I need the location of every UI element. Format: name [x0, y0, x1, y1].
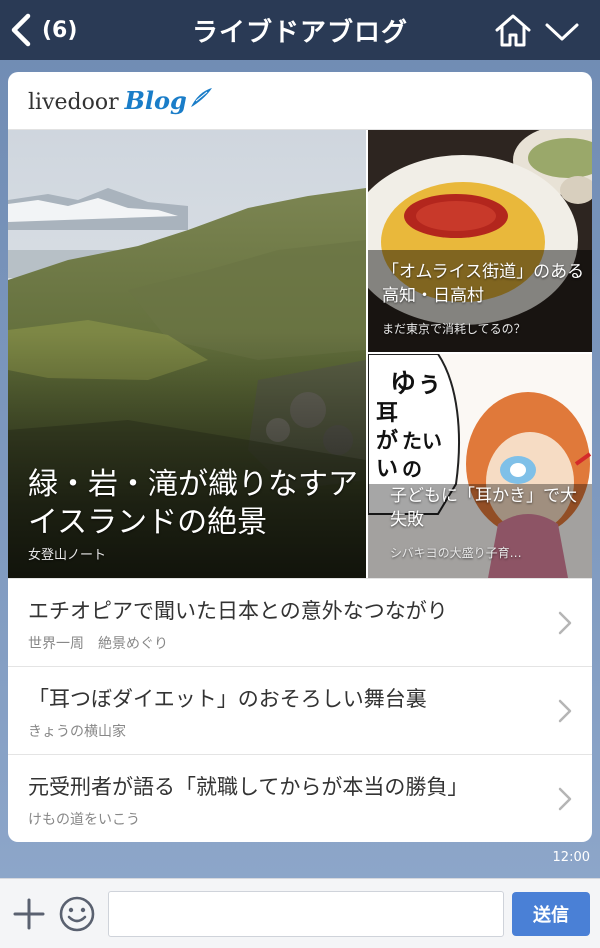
back-button[interactable]: (6)	[8, 10, 98, 50]
svg-text:耳: 耳	[376, 401, 398, 426]
brand-header: livedoor Blog	[8, 72, 592, 130]
hero-side-top-title: 「オムライス街道」のある高知・日高村	[382, 262, 585, 306]
send-button[interactable]: 送信	[512, 892, 590, 936]
feather-icon	[190, 88, 212, 107]
list-item-title: エチオピアで聞いた日本との意外なつながり	[28, 599, 448, 623]
list-item-title: 元受刑者が語る「就職してからが本当の勝負」	[28, 775, 469, 799]
plus-icon[interactable]	[12, 897, 46, 931]
message-input[interactable]	[108, 891, 504, 937]
chevron-right-icon	[558, 699, 572, 723]
list-item[interactable]: エチオピアで聞いた日本との意外なつながり 世界一周 絶景めぐり	[8, 578, 592, 666]
home-icon[interactable]	[494, 12, 532, 48]
hero-side-top-source: まだ東京で消耗してるの？	[382, 322, 526, 336]
chevron-left-icon	[11, 13, 31, 47]
svg-text:い: い	[376, 457, 398, 482]
chat-title: ライブドアブログ	[191, 18, 408, 48]
list-item-source: きょうの横山家	[28, 724, 126, 740]
chevron-right-icon	[558, 787, 572, 811]
hero-main-source: 女登山ノート	[28, 548, 107, 563]
hero-main-title: 緑・岩・滝が織りなすアイスランドの絶景	[28, 467, 358, 540]
omurice-image	[368, 130, 592, 352]
blog-card: livedoor Blog 緑・岩・滝が織りなすアイスランドの絶景 女登山ノート…	[8, 72, 592, 842]
livedoor-blog-logo[interactable]: livedoor Blog	[28, 86, 213, 115]
hero-side-article-top[interactable]: 「オムライス街道」のある高知・日高村 まだ東京で消耗してるの？	[368, 130, 592, 352]
hero-side-article-bottom[interactable]: ゆぅ 耳 が い たい の 子どもに「耳かき」で大失敗 シバキヨの大盛り子育…	[368, 354, 592, 578]
svg-text:の: の	[402, 457, 422, 481]
brand-blog-text: Blog	[124, 86, 187, 115]
message-timestamp: 12:00	[552, 850, 590, 865]
list-item-title: 「耳つぼダイエット」のおそろしい舞台裏	[28, 687, 427, 711]
unread-count: (6)	[42, 17, 78, 43]
list-item-source: けもの道をいこう	[28, 812, 140, 828]
list-item-source: 世界一周 絶景めぐり	[28, 636, 168, 652]
chevron-right-icon	[558, 611, 572, 635]
hero-side-bottom-title: 子どもに「耳かき」で大失敗	[390, 486, 577, 530]
svg-text:ゆぅ: ゆぅ	[390, 369, 442, 399]
message-input-bar: 送信	[0, 878, 600, 948]
svg-text:が: が	[376, 428, 398, 454]
header-bar: (6) ライブドアブログ	[0, 0, 600, 60]
brand-livedoor-text: livedoor	[28, 90, 119, 115]
list-item[interactable]: 元受刑者が語る「就職してからが本当の勝負」 けもの道をいこう	[8, 754, 592, 842]
list-item[interactable]: 「耳つぼダイエット」のおそろしい舞台裏 きょうの横山家	[8, 666, 592, 754]
chevron-down-icon[interactable]	[544, 16, 580, 46]
emoji-icon[interactable]	[58, 895, 96, 933]
hero-side-bottom-source: シバキヨの大盛り子育…	[390, 546, 522, 560]
hero-main-article[interactable]: 緑・岩・滝が織りなすアイスランドの絶景 女登山ノート	[8, 130, 366, 578]
svg-text:たい: たい	[402, 429, 442, 453]
